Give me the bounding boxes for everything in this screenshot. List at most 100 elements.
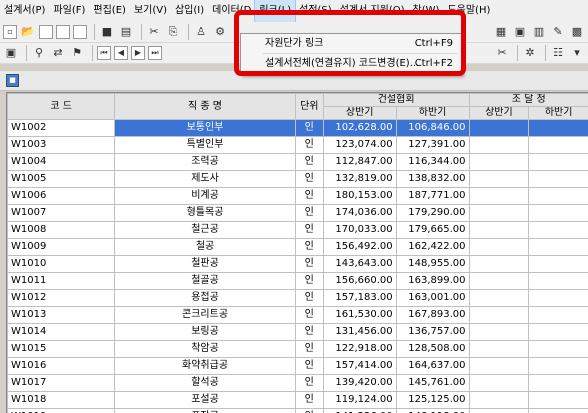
- cell-ca-second-half[interactable]: 128,508.00: [396, 341, 469, 358]
- tree-icon[interactable]: ♙: [193, 24, 209, 40]
- cell-unit[interactable]: 인: [295, 188, 323, 205]
- cell-code[interactable]: W1018: [8, 392, 115, 409]
- options-icon[interactable]: ☷: [550, 45, 566, 61]
- cell-code[interactable]: W1008: [8, 222, 115, 239]
- cell-job-name[interactable]: 철골공: [115, 273, 296, 290]
- cell-pa-second-half[interactable]: [529, 171, 588, 188]
- cell-pa-first-half[interactable]: [469, 375, 529, 392]
- cell-code[interactable]: W1003: [8, 137, 115, 154]
- table-row[interactable]: W1016화약취급공인157,414.00164,637.00: [8, 358, 588, 375]
- header-unit[interactable]: 단위: [295, 94, 323, 120]
- cell-pa-first-half[interactable]: [469, 273, 529, 290]
- next-record-icon[interactable]: ▶: [131, 46, 145, 60]
- cell-job-name[interactable]: 용접공: [115, 290, 296, 307]
- table-row[interactable]: W1011철골공인156,660.00163,899.00: [8, 273, 588, 290]
- cell-ca-second-half[interactable]: 179,665.00: [396, 222, 469, 239]
- chevron-down-icon[interactable]: ▾: [569, 45, 585, 61]
- cell-ca-second-half[interactable]: 116,344.00: [396, 154, 469, 171]
- save-icon[interactable]: ■: [99, 24, 115, 40]
- cell-ca-second-half[interactable]: 179,290.00: [396, 205, 469, 222]
- table-row[interactable]: W1002보통인부인102,628.00106,846.00: [8, 120, 588, 137]
- cell-pa-second-half[interactable]: [529, 137, 588, 154]
- cell-code[interactable]: W1005: [8, 171, 115, 188]
- cell-ca-first-half[interactable]: 170,033.00: [323, 222, 396, 239]
- cell-ca-first-half[interactable]: 143,643.00: [323, 256, 396, 273]
- cell-pa-second-half[interactable]: [529, 307, 588, 324]
- copy-icon[interactable]: ⎘: [165, 24, 181, 40]
- cell-ca-first-half[interactable]: 112,847.00: [323, 154, 396, 171]
- cell-ca-first-half[interactable]: 157,414.00: [323, 358, 396, 375]
- cell-pa-first-half[interactable]: [469, 188, 529, 205]
- table-row[interactable]: W1005제도사인132,819.00138,832.00: [8, 171, 588, 188]
- window-icon[interactable]: ▣: [3, 45, 19, 61]
- cell-job-name[interactable]: 특별인부: [115, 137, 296, 154]
- cell-ca-second-half[interactable]: 162,422.00: [396, 239, 469, 256]
- resource-icon[interactable]: ⚙: [212, 24, 228, 40]
- cell-job-name[interactable]: 보통인부: [115, 120, 296, 137]
- cell-ca-first-half[interactable]: 132,819.00: [323, 171, 396, 188]
- cell-ca-second-half[interactable]: 167,893.00: [396, 307, 469, 324]
- cell-pa-second-half[interactable]: [529, 358, 588, 375]
- table-row[interactable]: W1012용접공인157,183.00163,001.00: [8, 290, 588, 307]
- header-job-name[interactable]: 직 종 명: [115, 94, 296, 120]
- table-row[interactable]: W1015착암공인122,918.00128,508.00: [8, 341, 588, 358]
- cell-unit[interactable]: 인: [295, 171, 323, 188]
- header-pa-first-half[interactable]: 상반기: [469, 107, 529, 120]
- cell-code[interactable]: W1013: [8, 307, 115, 324]
- cell-unit[interactable]: 인: [295, 307, 323, 324]
- cell-unit[interactable]: 인: [295, 137, 323, 154]
- edit-icon[interactable]: ✎: [550, 24, 566, 40]
- cell-pa-first-half[interactable]: [469, 341, 529, 358]
- cell-pa-second-half[interactable]: [529, 409, 588, 413]
- cell-job-name[interactable]: 조력공: [115, 154, 296, 171]
- cell-job-name[interactable]: 착암공: [115, 341, 296, 358]
- table-row[interactable]: W1008철근공인170,033.00179,665.00: [8, 222, 588, 239]
- cell-ca-second-half[interactable]: 148,118.00: [396, 409, 469, 413]
- cell-job-name[interactable]: 보링공: [115, 324, 296, 341]
- cell-code[interactable]: W1014: [8, 324, 115, 341]
- header-ca-second-half[interactable]: 하반기: [396, 107, 469, 120]
- cell-job-name[interactable]: 화약취급공: [115, 358, 296, 375]
- cell-ca-second-half[interactable]: 138,832.00: [396, 171, 469, 188]
- cut-icon[interactable]: ✂: [146, 24, 162, 40]
- cell-ca-first-half[interactable]: 139,420.00: [323, 375, 396, 392]
- cell-code[interactable]: W1007: [8, 205, 115, 222]
- cell-ca-first-half[interactable]: 180,153.00: [323, 188, 396, 205]
- cell-pa-first-half[interactable]: [469, 290, 529, 307]
- find-icon[interactable]: ⚲: [31, 45, 47, 61]
- print-icon[interactable]: ▤: [118, 24, 134, 40]
- cell-pa-first-half[interactable]: [469, 120, 529, 137]
- cell-unit[interactable]: 인: [295, 222, 323, 239]
- cell-ca-second-half[interactable]: 163,001.00: [396, 290, 469, 307]
- cell-code[interactable]: W1010: [8, 256, 115, 273]
- cell-ca-second-half[interactable]: 145,761.00: [396, 375, 469, 392]
- cell-ca-second-half[interactable]: 106,846.00: [396, 120, 469, 137]
- cell-pa-first-half[interactable]: [469, 205, 529, 222]
- cell-job-name[interactable]: 철판공: [115, 256, 296, 273]
- document-icon[interactable]: [39, 25, 53, 39]
- cell-code[interactable]: W1002: [8, 120, 115, 137]
- open-folder-icon[interactable]: 📂: [20, 24, 36, 40]
- cell-ca-second-half[interactable]: 148,955.00: [396, 256, 469, 273]
- header-pa-second-half[interactable]: 하반기: [529, 107, 588, 120]
- cell-code[interactable]: W1011: [8, 273, 115, 290]
- cell-job-name[interactable]: 철근공: [115, 222, 296, 239]
- cell-pa-second-half[interactable]: [529, 290, 588, 307]
- resource-price-grid[interactable]: 코 드 직 종 명 단위 건설협회 조 달 청 상반기 하반기 상반기 하반기 …: [6, 92, 588, 413]
- cell-job-name[interactable]: 콘크리트공: [115, 307, 296, 324]
- cell-unit[interactable]: 인: [295, 341, 323, 358]
- cell-unit[interactable]: 인: [295, 358, 323, 375]
- table-row[interactable]: W1010철판공인143,643.00148,955.00: [8, 256, 588, 273]
- cell-pa-first-half[interactable]: [469, 392, 529, 409]
- cell-pa-first-half[interactable]: [469, 256, 529, 273]
- cell-pa-first-half[interactable]: [469, 222, 529, 239]
- cell-ca-first-half[interactable]: 122,918.00: [323, 341, 396, 358]
- cell-unit[interactable]: 인: [295, 324, 323, 341]
- cell-unit[interactable]: 인: [295, 154, 323, 171]
- cell-unit[interactable]: 인: [295, 392, 323, 409]
- menu-1[interactable]: 파일(F): [49, 0, 89, 22]
- cell-ca-first-half[interactable]: 157,183.00: [323, 290, 396, 307]
- cell-ca-first-half[interactable]: 119,124.00: [323, 392, 396, 409]
- table-row[interactable]: W1003특별인부인123,074.00127,391.00: [8, 137, 588, 154]
- cell-unit[interactable]: 인: [295, 409, 323, 413]
